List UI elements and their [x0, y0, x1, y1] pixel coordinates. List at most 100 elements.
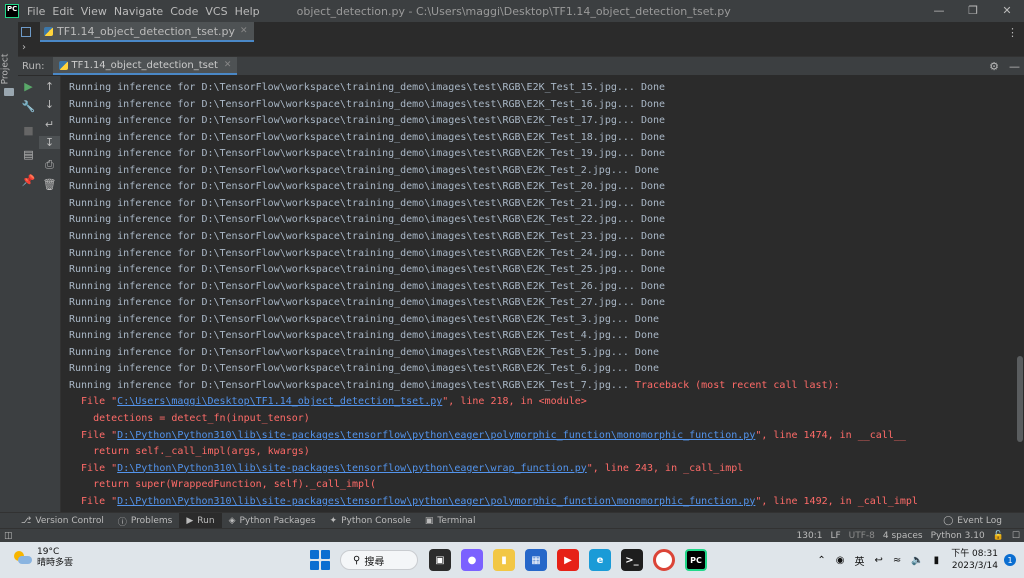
soft-wrap-icon[interactable]: ↵ — [39, 118, 60, 131]
youtube-icon[interactable]: ▶ — [557, 549, 579, 571]
console-line: Running inference for D:\TensorFlow\work… — [69, 146, 665, 162]
system-tray: ⌃ ◉ 英 ↩ ≈ 🔈 ▮ 下午 08:31 2023/3/14 1 — [807, 546, 1016, 574]
pycharm-logo-icon[interactable]: PC — [5, 4, 19, 18]
file-structure-icon[interactable] — [21, 27, 31, 37]
console-line: Running inference for D:\TensorFlow\work… — [69, 262, 665, 278]
wrench-icon[interactable]: 🔧 — [18, 100, 39, 113]
layout-icon[interactable]: ▤ — [18, 148, 39, 161]
event-log-icon: ◯ — [943, 516, 954, 526]
battery-icon[interactable]: ▮ — [934, 555, 940, 566]
taskbar-search[interactable]: ⚲ 搜尋 — [340, 550, 418, 570]
arrow-up-icon[interactable]: ↑ — [39, 80, 60, 93]
notifications-icon[interactable]: ☐ — [1012, 531, 1020, 541]
lock-icon[interactable]: 🔓 — [993, 531, 1004, 541]
file-path-link[interactable]: D:\Python\Python310\lib\site-packages\te… — [117, 463, 587, 474]
file-explorer-icon[interactable]: ▮ — [493, 549, 515, 571]
store-icon[interactable]: ▦ — [525, 549, 547, 571]
run-toolbar: ▶ 🔧 ■ ▤ 📌 — [18, 76, 39, 512]
console-line: return super(WrappedFunction, self)._cal… — [69, 477, 376, 493]
start-button[interactable] — [310, 550, 330, 570]
pin-icon[interactable]: 📌 — [18, 174, 39, 187]
minimize-icon[interactable]: — — [922, 0, 956, 22]
security-icon[interactable]: ◉ — [836, 555, 845, 566]
menu-navigate[interactable]: Navigate — [114, 5, 163, 18]
run-tab[interactable]: TF1.14_object_detection_tset ✕ — [52, 57, 238, 75]
menu-edit[interactable]: Edit — [52, 5, 73, 18]
menu-vcs[interactable]: VCS — [205, 5, 227, 18]
more-options-icon[interactable]: ⋮ — [1007, 26, 1018, 39]
tool-tab-problems[interactable]: ⓘ Problems — [111, 513, 180, 529]
chevron-right-icon[interactable]: › — [22, 42, 26, 53]
terminal-app-icon[interactable]: >_ — [621, 549, 643, 571]
toggle-tool-windows-icon[interactable]: ◫ — [4, 531, 13, 541]
stop-icon[interactable]: ■ — [18, 124, 39, 137]
file-path-link[interactable]: D:\Python\Python310\lib\site-packages\te… — [117, 430, 755, 441]
menu-help[interactable]: Help — [235, 5, 260, 18]
line-separator[interactable]: LF — [830, 531, 840, 541]
edge-icon[interactable]: e — [589, 549, 611, 571]
gear-icon[interactable]: ⚙ — [989, 60, 999, 73]
scroll-to-end-icon[interactable]: ↧ — [39, 136, 60, 149]
run-icon: ▶ — [186, 516, 194, 526]
console-line: Running inference for D:\TensorFlow\work… — [69, 163, 659, 179]
console-scrollbar[interactable] — [1017, 356, 1023, 442]
console-text: Running inference for D:\TensorFlow\work… — [69, 313, 660, 325]
bottom-tool-tabs: ⎇ Version Control ⓘ Problems ▶ Run ◈ Python Pac… — [0, 512, 1024, 529]
chevron-up-icon[interactable]: ⌃ — [817, 555, 825, 566]
chrome-icon[interactable] — [653, 549, 675, 571]
pycharm-app-icon[interactable]: PC — [685, 549, 707, 571]
search-icon: ⚲ — [353, 554, 361, 566]
run-tab-label: TF1.14_object_detection_tset — [71, 59, 218, 71]
tool-tab-python-packages[interactable]: ◈ Python Packages — [222, 513, 323, 529]
menu-view[interactable]: View — [81, 5, 107, 18]
ime-mode-icon[interactable]: ↩ — [874, 555, 882, 566]
close-icon[interactable]: ✕ — [990, 0, 1024, 22]
folder-icon[interactable] — [4, 88, 14, 96]
trash-icon[interactable]: 🗑 — [39, 178, 60, 191]
file-path-link[interactable]: D:\Python\Python310\lib\site-packages\te… — [117, 496, 755, 507]
console-output[interactable]: Running inference for D:\TensorFlow\work… — [61, 76, 1015, 512]
project-tool-button[interactable]: Project — [0, 50, 16, 90]
tool-tab-terminal[interactable]: ▣ Terminal — [418, 513, 483, 529]
file-path-link[interactable]: C:\Users\maggi\Desktop\TF1.14_object_det… — [117, 396, 442, 407]
restore-icon[interactable]: ❐ — [956, 0, 990, 22]
python-interpreter[interactable]: Python 3.10 — [931, 531, 985, 541]
chat-icon[interactable]: ● — [461, 549, 483, 571]
console-text: Running inference for D:\TensorFlow\work… — [69, 230, 666, 242]
indent-setting[interactable]: 4 spaces — [883, 531, 923, 541]
editor-area[interactable]: › — [18, 42, 1024, 57]
console-text: Running inference for D:\TensorFlow\work… — [69, 181, 666, 193]
console-line: Running inference for D:\TensorFlow\work… — [69, 328, 659, 344]
error-text: File " — [69, 495, 118, 507]
caret-position[interactable]: 130:1 — [797, 531, 823, 541]
window-title: object_detection.py - C:\Users\maggi\Des… — [296, 4, 731, 18]
clock[interactable]: 下午 08:31 2023/3/14 — [951, 548, 998, 572]
speaker-icon[interactable]: 🔈 — [911, 555, 923, 566]
tool-tab-label: Terminal — [437, 516, 476, 526]
task-view-icon[interactable]: ▣ — [429, 549, 451, 571]
close-tab-icon[interactable]: ✕ — [240, 26, 248, 36]
run-panel-header: Run: TF1.14_object_detection_tset ✕ ⚙ — — [18, 57, 1024, 75]
console-text: Running inference for D:\TensorFlow\work… — [69, 264, 666, 276]
console-line: Running inference for D:\TensorFlow\work… — [69, 196, 665, 212]
notification-badge[interactable]: 1 — [1004, 554, 1016, 566]
close-run-tab-icon[interactable]: ✕ — [224, 60, 232, 70]
wifi-icon[interactable]: ≈ — [893, 555, 901, 566]
console-line: File "C:\Users\maggi\Desktop\TF1.14_obje… — [69, 394, 587, 410]
tool-tab-version-control[interactable]: ⎇ Version Control — [14, 513, 111, 529]
print-icon[interactable]: ⎙ — [39, 158, 60, 172]
editor-tab[interactable]: TF1.14_object_detection_tset.py ✕ — [40, 22, 254, 42]
tool-tab-run[interactable]: ▶ Run — [179, 513, 222, 529]
error-text: ", line 243, in _call_impl — [586, 462, 744, 474]
weather-widget[interactable]: 19°C 晴時多雲 — [12, 547, 73, 569]
menu-code[interactable]: Code — [170, 5, 198, 18]
event-log-button[interactable]: ◯ Event Log — [943, 513, 1002, 529]
ime-indicator[interactable]: 英 — [854, 553, 864, 568]
tool-tab-python-console[interactable]: ✦ Python Console — [323, 513, 418, 529]
rerun-icon[interactable]: ▶ — [18, 80, 39, 93]
error-text: return super(WrappedFunction, self)._cal… — [69, 479, 377, 491]
menu-file[interactable]: File — [27, 5, 45, 18]
file-encoding[interactable]: UTF-8 — [849, 531, 875, 541]
hide-panel-icon[interactable]: — — [1009, 60, 1020, 73]
arrow-down-icon[interactable]: ↓ — [39, 98, 60, 111]
